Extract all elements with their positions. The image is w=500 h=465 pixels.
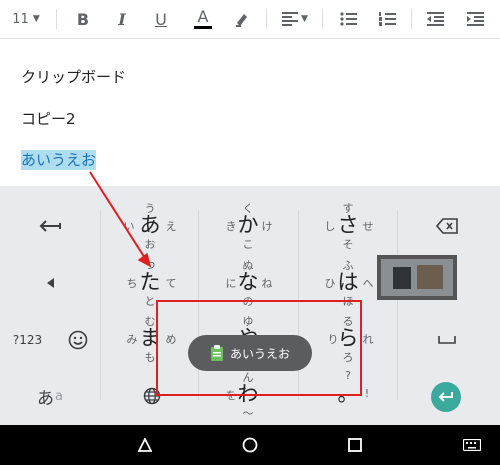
back-icon[interactable] xyxy=(135,433,155,457)
home-icon[interactable] xyxy=(240,433,260,457)
red-highlight-box xyxy=(156,300,362,396)
keyboard-icon[interactable] xyxy=(460,433,484,457)
recents-icon[interactable] xyxy=(345,433,365,457)
android-nav-bar xyxy=(0,425,500,465)
